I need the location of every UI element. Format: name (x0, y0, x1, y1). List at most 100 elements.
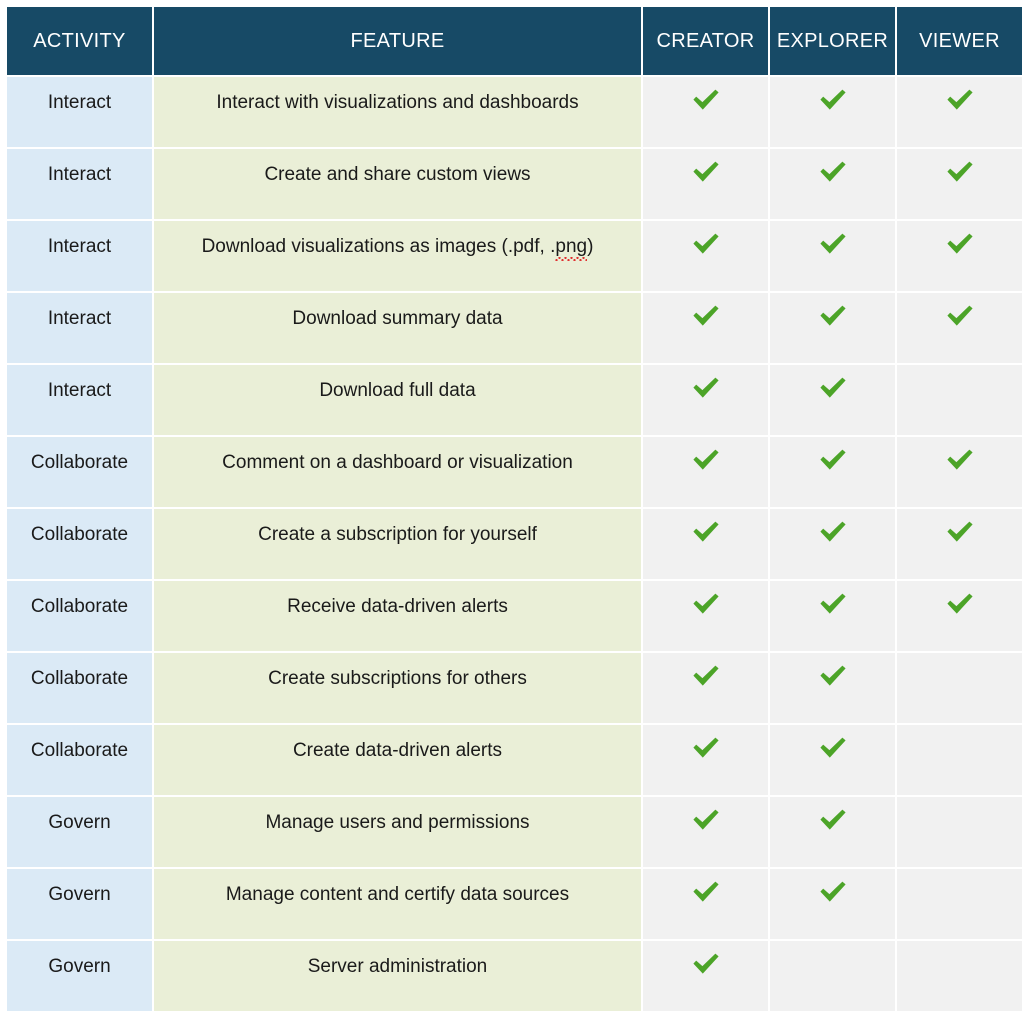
feature-label: Create subscriptions for others (268, 667, 527, 689)
feature-label: Create a subscription for yourself (258, 523, 537, 545)
check-mark-icon (691, 879, 721, 905)
cell-viewer (897, 725, 1022, 795)
check-mark-icon (945, 447, 975, 473)
cell-feature: Interact with visualizations and dashboa… (154, 77, 641, 147)
empty-capability-cell (945, 672, 975, 698)
column-header-activity: ACTIVITY (7, 7, 152, 75)
check-mark-icon (818, 591, 848, 617)
activity-label: Govern (48, 883, 111, 905)
cell-feature: Manage content and certify data sources (154, 869, 641, 939)
cell-creator (643, 293, 768, 363)
activity-label: Collaborate (30, 523, 129, 545)
cell-feature: Comment on a dashboard or visualization (154, 437, 641, 507)
feature-label: Create and share custom views (264, 163, 531, 185)
table-row: Interact Download full data (7, 365, 1022, 435)
spellcheck-underline: png (555, 235, 588, 257)
cell-activity: Collaborate (7, 509, 152, 579)
cell-activity: Interact (7, 221, 152, 291)
activity-label: Interact (47, 379, 112, 401)
cell-viewer (897, 581, 1022, 651)
check-mark-icon (818, 663, 848, 689)
cell-explorer (770, 365, 895, 435)
cell-activity: Interact (7, 77, 152, 147)
table-row: Collaborate Create a subscription for you… (7, 509, 1022, 579)
table-row: Govern Manage content and certify data so… (7, 869, 1022, 939)
feature-label: Server administration (307, 955, 488, 977)
cell-creator (643, 509, 768, 579)
table-row: Collaborate Receive data-driven alerts (7, 581, 1022, 651)
cell-viewer (897, 869, 1022, 939)
activity-label: Interact (47, 307, 112, 329)
cell-activity: Collaborate (7, 437, 152, 507)
check-mark-icon (691, 807, 721, 833)
table-row: Collaborate Create data-driven alerts (7, 725, 1022, 795)
check-mark-icon (945, 87, 975, 113)
empty-capability-cell (818, 960, 848, 986)
feature-label: Download summary data (292, 307, 503, 329)
feature-label: Interact with visualizations and dashboa… (216, 91, 579, 113)
feature-label: Receive data-driven alerts (287, 595, 508, 617)
cell-viewer (897, 77, 1022, 147)
check-mark-icon (691, 447, 721, 473)
feature-label: Create data-driven alerts (292, 739, 503, 761)
table-row: Collaborate Comment on a dashboard or vis… (7, 437, 1022, 507)
table-row: Govern Server administration (7, 941, 1022, 1011)
column-header-creator: CREATOR (643, 7, 768, 75)
cell-activity: Collaborate (7, 653, 152, 723)
cell-creator (643, 149, 768, 219)
table-header-row: ACTIVITY FEATURE CREATOR EXPLORER VIEWER (7, 7, 1022, 75)
activity-label: Collaborate (30, 739, 129, 761)
cell-activity: Collaborate (7, 725, 152, 795)
cell-activity: Interact (7, 149, 152, 219)
cell-viewer (897, 653, 1022, 723)
check-mark-icon (945, 303, 975, 329)
cell-explorer (770, 293, 895, 363)
check-mark-icon (691, 735, 721, 761)
check-mark-icon (945, 519, 975, 545)
cell-creator (643, 77, 768, 147)
check-mark-icon (691, 519, 721, 545)
table-row: Interact Download summary data (7, 293, 1022, 363)
feature-label: Download visualizations as images (.pdf,… (201, 235, 594, 257)
feature-label: Download full data (319, 379, 476, 401)
cell-explorer (770, 797, 895, 867)
check-mark-icon (691, 951, 721, 977)
cell-explorer (770, 941, 895, 1011)
cell-feature: Create data-driven alerts (154, 725, 641, 795)
cell-feature: Create subscriptions for others (154, 653, 641, 723)
check-mark-icon (818, 231, 848, 257)
check-mark-icon (818, 375, 848, 401)
check-mark-icon (691, 303, 721, 329)
empty-capability-cell (945, 960, 975, 986)
cell-viewer (897, 293, 1022, 363)
activity-label: Interact (47, 235, 112, 257)
table-row: Interact Interact with visualizations and… (7, 77, 1022, 147)
cell-activity: Interact (7, 293, 152, 363)
table-row: Govern Manage users and permissions (7, 797, 1022, 867)
cell-viewer (897, 365, 1022, 435)
cell-feature: Download full data (154, 365, 641, 435)
cell-creator (643, 941, 768, 1011)
check-mark-icon (945, 231, 975, 257)
table-body: Interact Interact with visualizations and… (7, 77, 1022, 1011)
cell-activity: Collaborate (7, 581, 152, 651)
cell-viewer (897, 509, 1022, 579)
feature-label: Manage users and permissions (265, 811, 530, 833)
activity-label: Collaborate (30, 595, 129, 617)
cell-explorer (770, 869, 895, 939)
check-mark-icon (818, 159, 848, 185)
cell-creator (643, 437, 768, 507)
cell-feature: Create and share custom views (154, 149, 641, 219)
check-mark-icon (691, 663, 721, 689)
table-header: ACTIVITY FEATURE CREATOR EXPLORER VIEWER (7, 7, 1022, 75)
cell-explorer (770, 77, 895, 147)
cell-activity: Govern (7, 941, 152, 1011)
check-mark-icon (691, 87, 721, 113)
check-mark-icon (691, 159, 721, 185)
activity-label: Interact (47, 91, 112, 113)
feature-label: Manage content and certify data sources (225, 883, 570, 905)
cell-creator (643, 797, 768, 867)
cell-explorer (770, 725, 895, 795)
activity-label: Interact (47, 163, 112, 185)
cell-explorer (770, 221, 895, 291)
